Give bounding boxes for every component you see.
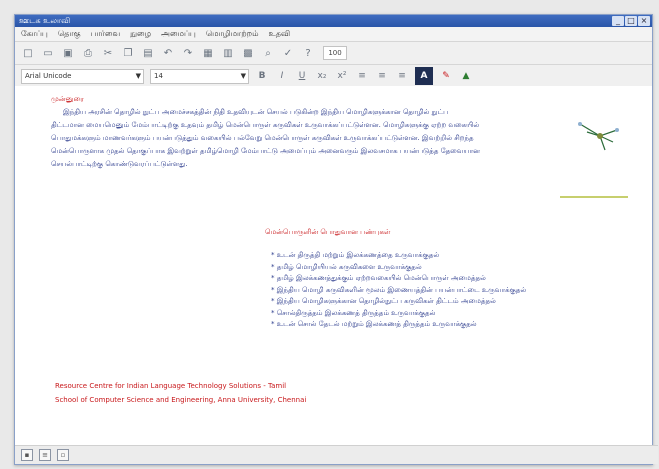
- intro-paragraph: இந்திய அரசின் தொழில் நுட்ப அமைச்சகத்தின்…: [51, 108, 480, 168]
- subscript-icon[interactable]: x₂: [315, 69, 329, 83]
- chevron-down-icon: ▼: [240, 71, 246, 80]
- format-toolbar: Arial Unicode ▼ 14 ▼ B I U x₂ x² ≡ ≡ ≡ A…: [15, 65, 652, 88]
- list-item: * உடன் சொல் தேடல் மற்றும் இலக்கணத் திருத…: [271, 320, 477, 328]
- list-item: * இந்திய மொழி கருவிகளின் மூலம் இணையத்தின…: [271, 285, 527, 294]
- standard-toolbar: □ ▭ ▣ ⎙ ✂ ❐ ▤ ↶ ↷ ▦ ▥ ▩ ⌕ ✓ ? 100: [15, 42, 652, 65]
- find-icon[interactable]: ⌕: [261, 46, 275, 60]
- align-center-icon[interactable]: ≡: [375, 69, 389, 83]
- menu-view[interactable]: பார்வை: [91, 27, 121, 41]
- table-icon[interactable]: ▥: [221, 46, 235, 60]
- font-color-icon[interactable]: ▲: [459, 69, 473, 83]
- window-controls: _ □ ×: [612, 16, 650, 26]
- status-bar: ▪ ≡ ▫: [15, 445, 658, 464]
- copy-icon[interactable]: ❐: [121, 46, 135, 60]
- footer-university: School of Computer Science and Engineeri…: [55, 396, 307, 404]
- menu-format[interactable]: அமைப்பு: [161, 27, 196, 41]
- paste-icon[interactable]: ▤: [141, 46, 155, 60]
- logo-underline: [560, 196, 628, 198]
- bold-icon[interactable]: B: [255, 69, 269, 83]
- italic-icon[interactable]: I: [275, 69, 289, 83]
- font-select[interactable]: Arial Unicode ▼: [21, 68, 144, 84]
- chevron-down-icon: ▼: [135, 71, 141, 80]
- list-item: * இந்திய மொழிகளுக்கான தொழில்நுட்ப கருவிக…: [271, 297, 496, 305]
- text-box-icon[interactable]: A: [415, 67, 433, 85]
- feature-list: * உடன் திருத்தி மற்றும் இலக்கணத்தை உருவா…: [271, 250, 651, 331]
- align-left-icon[interactable]: ≡: [355, 69, 369, 83]
- save-icon[interactable]: ▣: [61, 46, 75, 60]
- open-folder-icon[interactable]: ▭: [41, 46, 55, 60]
- superscript-icon[interactable]: x²: [335, 69, 349, 83]
- layout-view-icon[interactable]: ≡: [39, 449, 51, 461]
- new-document-icon[interactable]: □: [21, 46, 35, 60]
- minimize-button[interactable]: _: [612, 16, 624, 26]
- list-item: * தமிழ் மொழியியல் கருவிகளை உருவாக்குதல்: [271, 262, 422, 271]
- outline-view-icon[interactable]: ▫: [57, 449, 69, 461]
- zoom-select[interactable]: 100: [323, 46, 347, 60]
- page-view-icon[interactable]: ▪: [21, 449, 33, 461]
- list-item: * உடன் திருத்தி மற்றும் இலக்கணத்தை உருவா…: [271, 251, 440, 259]
- cut-icon[interactable]: ✂: [101, 46, 115, 60]
- list-item: * சொல்திருத்தம் இலக்கணத் திருத்தம் உருவா…: [271, 308, 436, 317]
- document-area[interactable]: முன்னுரை இந்திய அரசின் தொழில் நுட்ப அமைச…: [15, 86, 652, 446]
- list-item: * தமிழ் இலக்கணத்துக்கும் ஏற்றவகையில் மென…: [271, 274, 486, 282]
- menu-help[interactable]: உதவி: [269, 27, 291, 41]
- underline-icon[interactable]: U: [295, 69, 309, 83]
- font-size-value: 14: [154, 71, 163, 80]
- logo-icon: [578, 122, 619, 151]
- menu-file[interactable]: கோப்பு: [21, 27, 48, 41]
- section-heading: மென்பொருளின் பொதுவான பண்புகள்: [265, 228, 391, 236]
- menu-edit[interactable]: தொகு: [58, 27, 81, 41]
- font-size-select[interactable]: 14 ▼: [150, 68, 249, 84]
- menu-insert[interactable]: நுழை: [130, 27, 151, 41]
- window-title: ஊடக உலாவி: [19, 16, 71, 25]
- document-heading: முன்னுரை: [51, 95, 84, 103]
- menu-translate[interactable]: மொழிமாற்றம்: [206, 27, 259, 41]
- footer-organization: Resource Centre for Indian Language Tech…: [55, 382, 287, 390]
- menu-bar: கோப்பு தொகு பார்வை நுழை அமைப்பு மொழிமாற்…: [15, 27, 652, 42]
- image-icon[interactable]: ▦: [201, 46, 215, 60]
- title-bar: ஊடக உலாவி _ □ ×: [15, 15, 652, 27]
- maximize-button[interactable]: □: [625, 16, 637, 26]
- spell-check-icon[interactable]: ✓: [281, 46, 295, 60]
- highlight-icon[interactable]: ✎: [439, 69, 453, 83]
- application-window: ஊடக உலாவி _ □ × கோப்பு தொகு பார்வை நுழை …: [14, 14, 658, 465]
- redo-icon[interactable]: ↷: [181, 46, 195, 60]
- undo-icon[interactable]: ↶: [161, 46, 175, 60]
- print-icon[interactable]: ⎙: [81, 46, 95, 60]
- grid-icon[interactable]: ▩: [241, 46, 255, 60]
- help-icon[interactable]: ?: [301, 46, 315, 60]
- close-button[interactable]: ×: [638, 16, 650, 26]
- font-name: Arial Unicode: [25, 71, 72, 80]
- align-right-icon[interactable]: ≡: [395, 69, 409, 83]
